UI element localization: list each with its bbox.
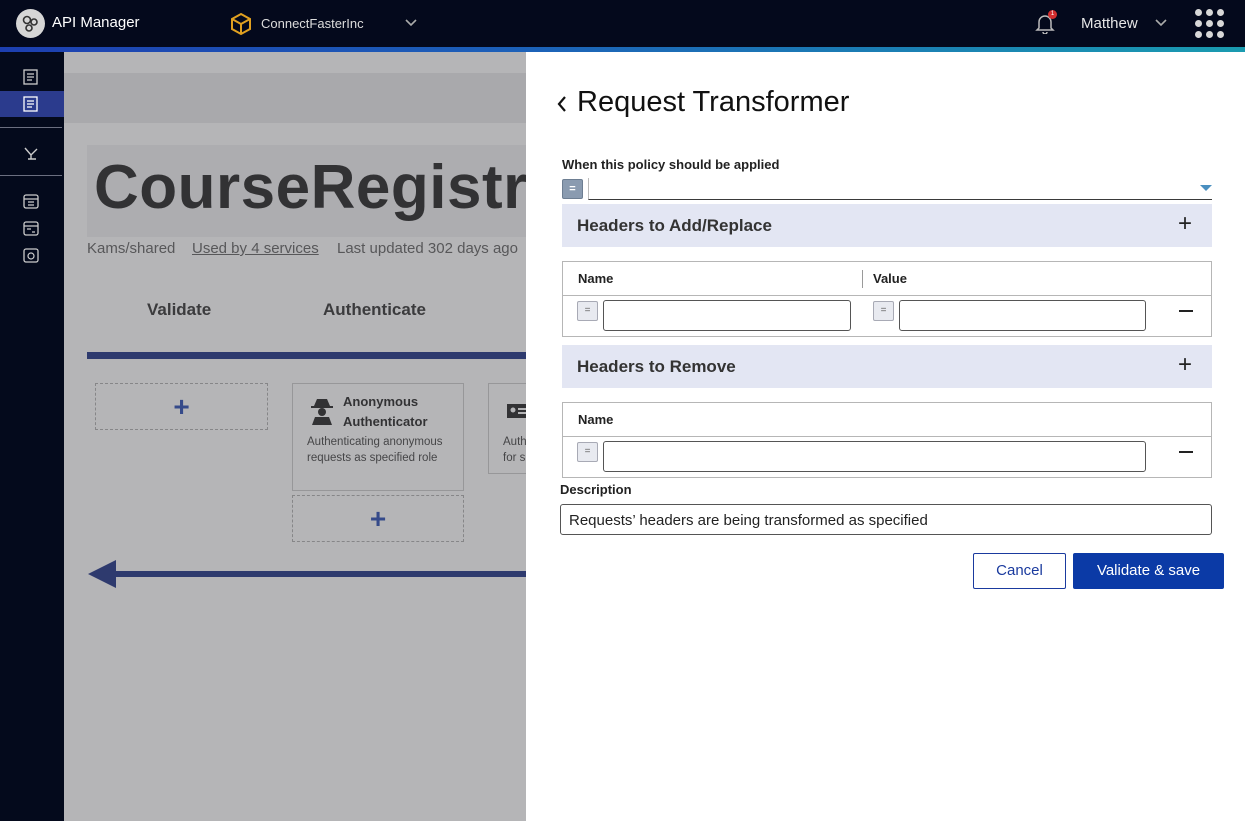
section-label: Headers to Remove [577,357,736,376]
request-transformer-panel: Request Transformer When this policy sho… [526,52,1245,821]
column-value: Value [873,271,907,286]
sidebar-item-catalog[interactable] [0,64,64,90]
notification-badge: 1 [1048,10,1057,19]
name-expression-button[interactable]: = [577,301,598,321]
sidebar-divider [0,175,62,176]
deploy-icon [24,147,38,160]
org-selector-label[interactable]: ConnectFasterInc [261,16,364,31]
box-icon [23,248,39,263]
sidebar-item-calendar[interactable] [0,188,64,214]
user-menu-label[interactable]: Matthew [1081,15,1138,32]
add-header-button[interactable]: + [1178,212,1192,236]
section-label: Headers to Add/Replace [577,216,772,235]
sidebar-item-packages[interactable] [0,242,64,268]
left-sidebar [0,52,64,821]
panel-title: Request Transformer [577,86,850,118]
validate-save-button[interactable]: Validate & save [1073,553,1224,589]
value-expression-button[interactable]: = [873,301,894,321]
headers-add-replace-section: Headers to Add/Replace + [562,204,1212,247]
header-name-input[interactable] [603,300,851,331]
headers-remove-section: Headers to Remove + [562,345,1212,388]
sidebar-divider [0,127,62,128]
sidebar-item-policies[interactable] [0,91,64,117]
remove-row-button[interactable] [1179,310,1193,312]
catalog-icon [23,69,38,85]
policies-icon [23,96,38,112]
app-launcher-grid-icon[interactable] [1195,9,1224,38]
modal-overlay[interactable] [64,52,526,821]
header-name-input[interactable] [603,441,1146,472]
sidebar-item-schedule[interactable] [0,215,64,241]
calendar-alt-icon [23,221,39,236]
remove-row-button[interactable] [1179,451,1193,453]
back-chevron-icon[interactable] [556,95,568,113]
description-label: Description [560,482,632,497]
headers-add-replace-table: Name Value = = [562,261,1212,337]
app-title[interactable]: API Manager [52,14,140,31]
calendar-icon [23,194,39,209]
top-bar: API Manager ConnectFasterInc 1 Matthew [0,0,1245,52]
condition-select[interactable] [588,178,1212,200]
header-value-input[interactable] [899,300,1146,331]
headers-remove-table: Name = [562,402,1212,478]
table-header: Name [563,403,1211,437]
cancel-button[interactable]: Cancel [973,553,1066,589]
sidebar-item-deploy[interactable] [0,140,64,166]
condition-operator-button[interactable]: = [562,179,583,199]
chevron-down-icon[interactable] [404,18,418,28]
column-name: Name [578,412,614,427]
column-name: Name [578,271,614,286]
name-expression-button[interactable]: = [577,442,598,462]
description-input[interactable]: Requests’ headers are being transformed … [560,504,1212,535]
table-header: Name Value [563,262,1211,296]
add-header-button[interactable]: + [1178,353,1192,377]
condition-label: When this policy should be applied [562,157,780,172]
user-chevron-down-icon[interactable] [1154,18,1168,28]
column-separator [862,270,863,288]
app-logo-icon[interactable] [16,9,45,38]
dropdown-caret-icon[interactable] [1200,185,1212,191]
org-box-icon [231,12,251,36]
